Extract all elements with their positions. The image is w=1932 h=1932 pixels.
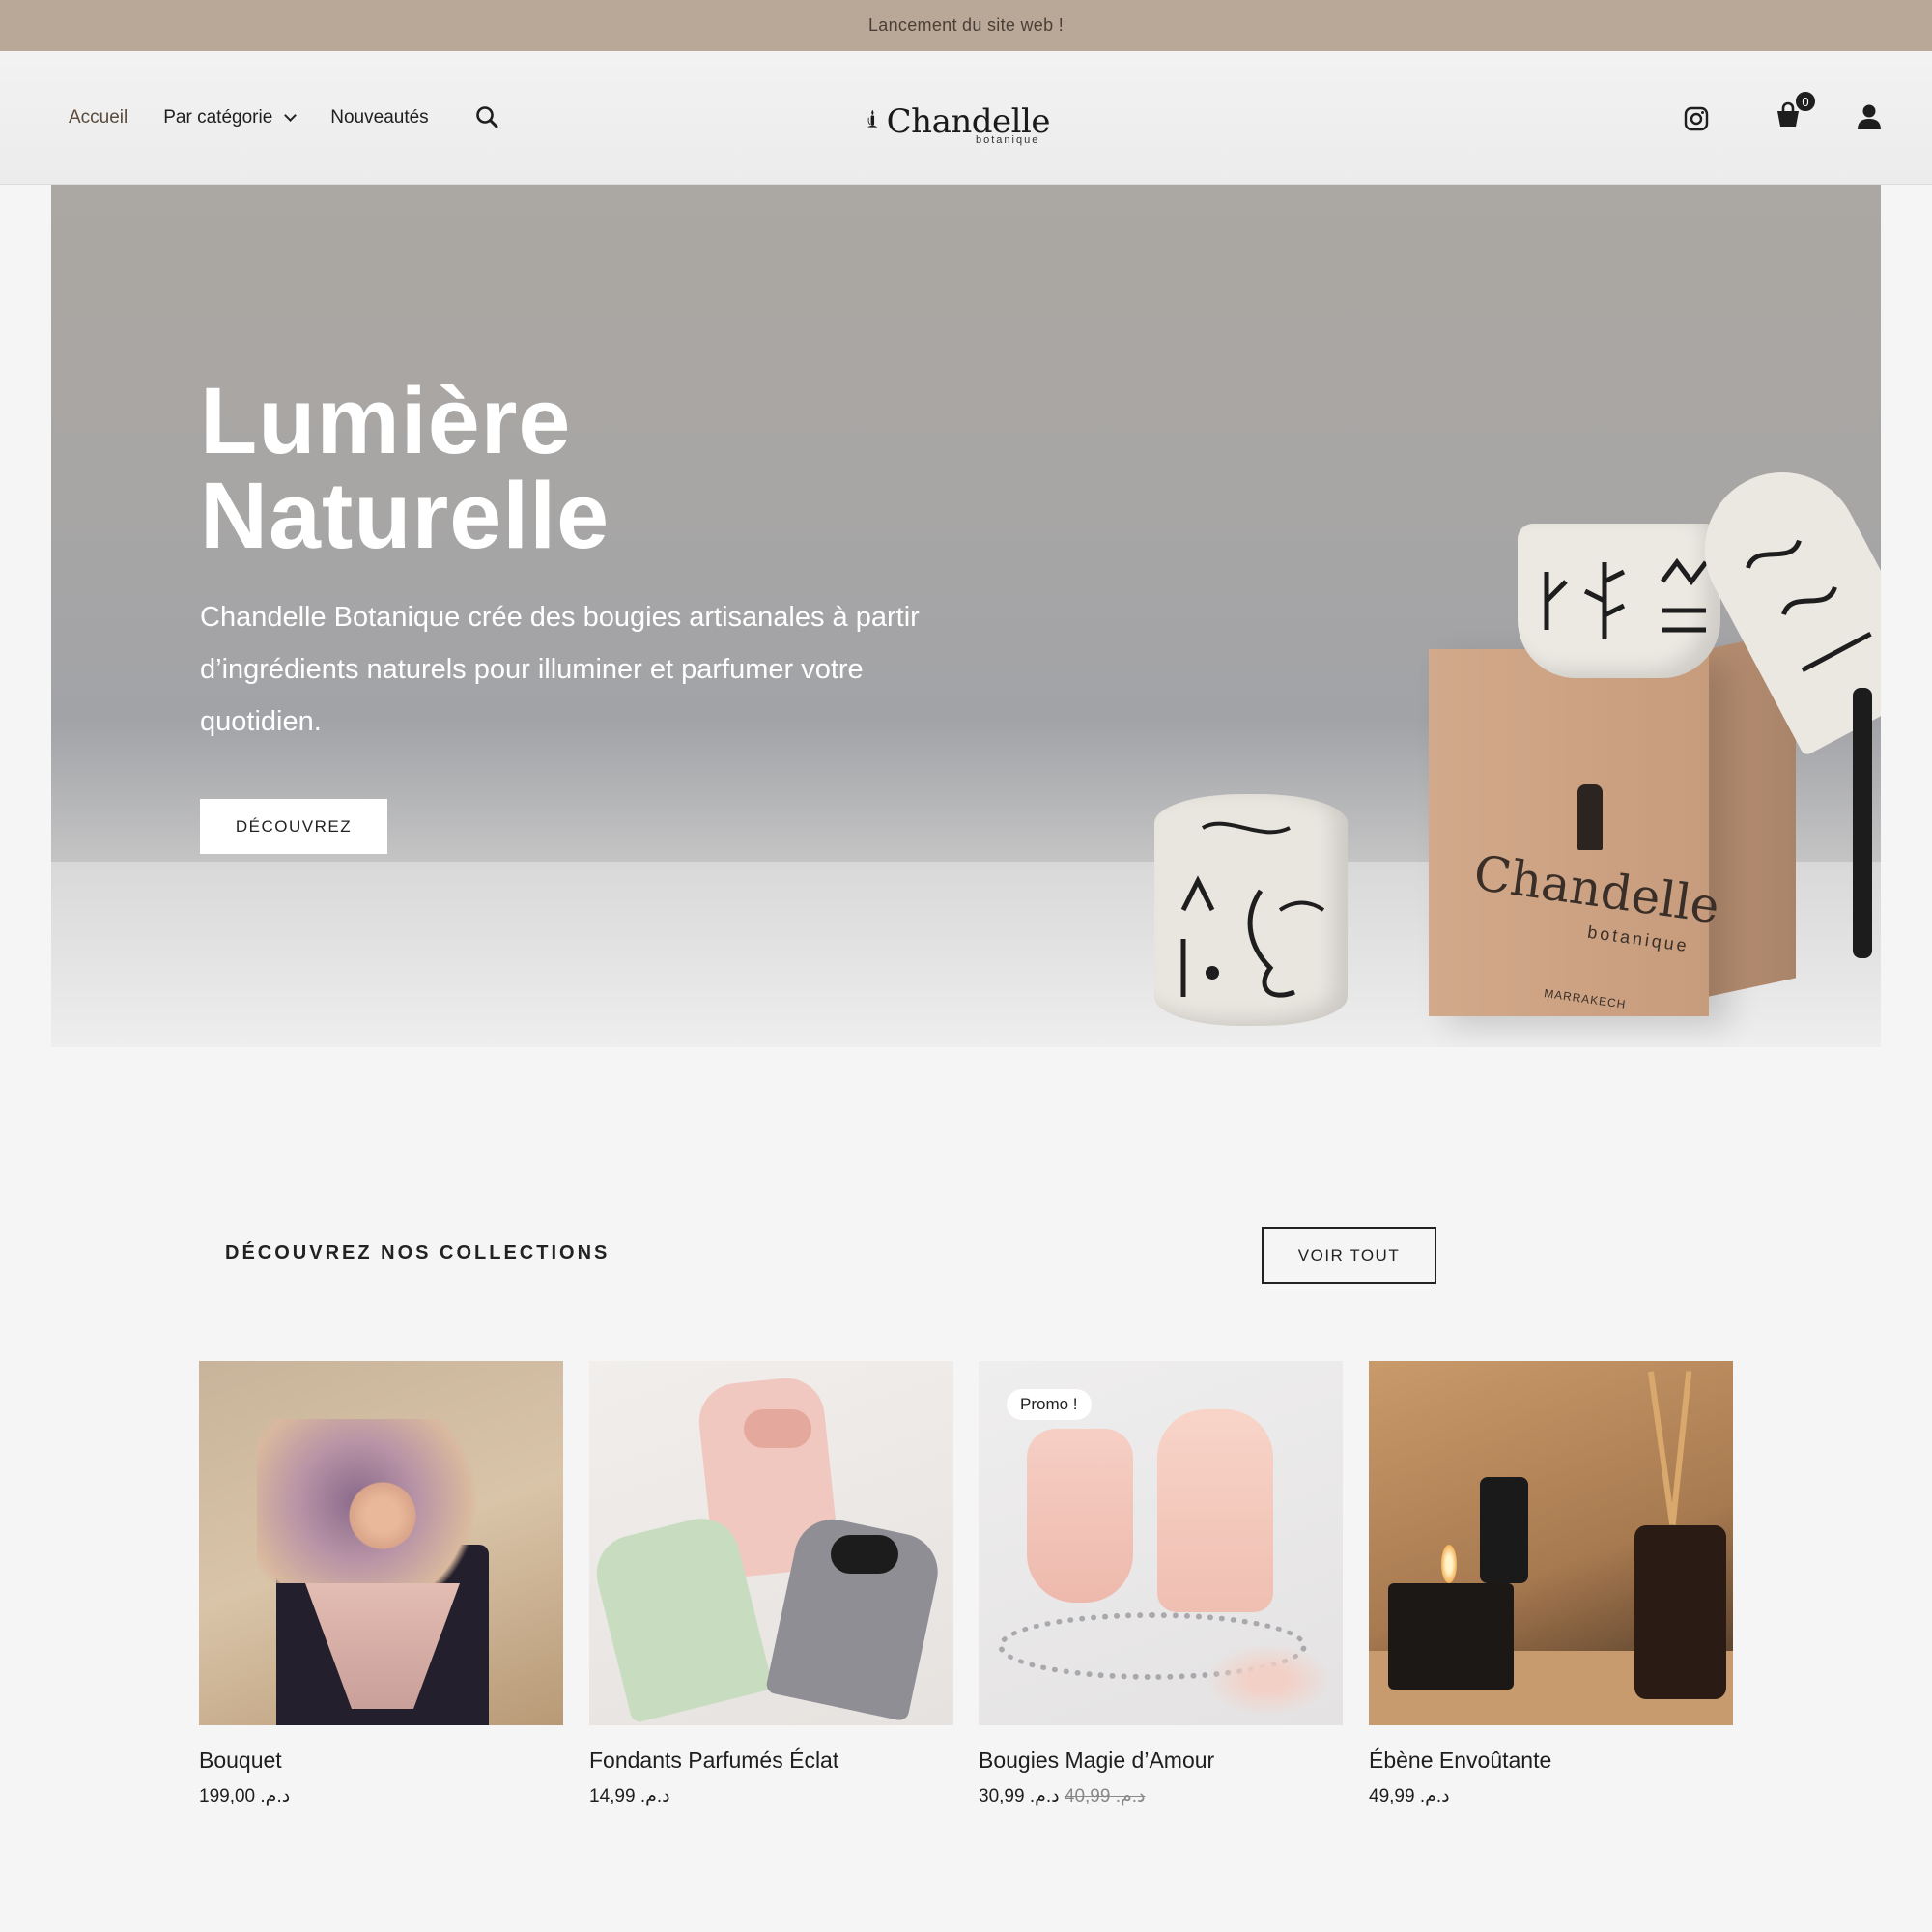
gift-box <box>1429 649 1709 1016</box>
product-price: د.م. 199,00 <box>199 1785 563 1807</box>
product-card: Bouquet د.م. 199,00 <box>199 1361 563 1807</box>
face-doodle <box>1180 821 1325 998</box>
daisy-flower <box>344 1477 421 1554</box>
main-nav: Accueil Par catégorie Nouveautés <box>69 51 502 185</box>
hero-description: Chandelle Botanique crée des bougies art… <box>200 602 920 737</box>
dried-grass <box>1201 1641 1336 1719</box>
dispenser-bottle <box>1480 1477 1528 1583</box>
user-icon[interactable] <box>1857 103 1882 135</box>
hero-title: Lumière Naturelle <box>200 374 1069 563</box>
product-price-value: د.م. 14,99 <box>589 1786 670 1806</box>
ceramic-pot-top <box>1518 524 1720 678</box>
product-image-magie-amour[interactable]: Promo ! <box>979 1361 1343 1725</box>
product-price: د.م. 40,99 د.م. 30,99 <box>979 1785 1343 1807</box>
hero-title-line-1: Lumière <box>200 368 572 473</box>
product-image-bouquet[interactable] <box>199 1361 563 1725</box>
product-name[interactable]: Bougies Magie d’Amour <box>979 1747 1343 1774</box>
nav-item-par-categorie[interactable]: Par catégorie <box>163 107 298 128</box>
product-card: Ébène Envoûtante د.م. 49,99 <box>1369 1361 1733 1807</box>
product-name[interactable]: Bouquet <box>199 1747 563 1774</box>
product-price-value: د.م. 49,99 <box>1369 1786 1450 1806</box>
search-icon[interactable] <box>473 103 502 132</box>
logo-wordmark: Chandelle <box>886 102 1051 141</box>
collections-title: DÉCOUVREZ NOS COLLECTIONS <box>225 1242 611 1264</box>
doodle-pattern <box>1544 557 1708 639</box>
product-price-value: د.م. 199,00 <box>199 1786 291 1806</box>
chevron-down-icon <box>284 108 298 122</box>
ceramic-jar <box>1154 794 1348 1026</box>
pink-candle-left <box>1027 1429 1133 1603</box>
logo-subtitle: botanique <box>976 134 1040 146</box>
promo-badge: Promo ! <box>1007 1389 1092 1420</box>
view-all-button[interactable]: VOIR TOUT <box>1262 1227 1436 1284</box>
site-header: Accueil Par catégorie Nouveautés Chandel… <box>0 51 1932 185</box>
discover-button[interactable]: DÉCOUVREZ <box>200 799 387 854</box>
reed-stick <box>1647 1371 1676 1525</box>
product-price-value: د.م. 30,99 <box>979 1786 1060 1806</box>
announcement-bar: Lancement du site web ! <box>0 0 1932 51</box>
nav-item-label: Par catégorie <box>163 107 273 128</box>
candle-flame <box>1441 1545 1457 1583</box>
black-tassel <box>1853 688 1872 958</box>
product-image-fondants[interactable] <box>589 1361 953 1725</box>
diffuser-bottle <box>1634 1525 1726 1699</box>
product-price: د.م. 49,99 <box>1369 1785 1733 1807</box>
black-ribbon <box>831 1535 898 1574</box>
reed-stick <box>1669 1371 1692 1525</box>
hero-banner: Chandelle botanique MARRAKECH Lumière Na… <box>51 185 1881 1047</box>
product-name[interactable]: Fondants Parfumés Éclat <box>589 1747 953 1774</box>
pink-ribbon <box>744 1409 811 1448</box>
pink-candle-right <box>1157 1409 1273 1612</box>
site-logo[interactable]: Chandelle botanique <box>867 86 1051 152</box>
product-price: د.م. 14,99 <box>589 1785 953 1807</box>
product-card: Promo ! Bougies Magie d’Amour د.م. 40,99… <box>979 1361 1343 1807</box>
cart-count-badge: 0 <box>1794 90 1817 113</box>
announcement-text: Lancement du site web ! <box>867 15 1065 35</box>
product-image-ebene[interactable] <box>1369 1361 1733 1725</box>
candle-logo-icon <box>867 109 878 128</box>
product-card: Fondants Parfumés Éclat د.م. 14,99 <box>589 1361 953 1807</box>
hero-title-line-2: Naturelle <box>200 463 611 568</box>
product-old-price: د.م. 40,99 <box>1064 1786 1146 1806</box>
black-candle-jar <box>1388 1583 1514 1690</box>
instagram-icon[interactable] <box>1684 106 1709 136</box>
nav-item-nouveautes[interactable]: Nouveautés <box>330 107 428 128</box>
product-name[interactable]: Ébène Envoûtante <box>1369 1747 1733 1774</box>
box-candle-logo-icon <box>1577 784 1603 850</box>
nav-item-accueil[interactable]: Accueil <box>69 107 128 128</box>
